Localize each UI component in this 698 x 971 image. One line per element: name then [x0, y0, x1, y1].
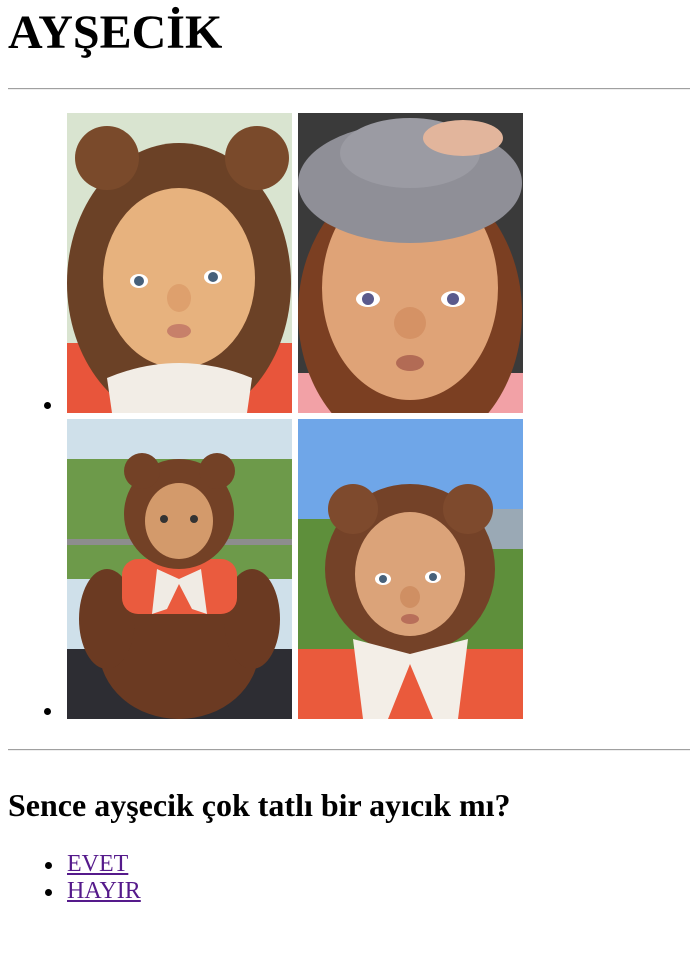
answer-link-evet[interactable]: EVET	[67, 851, 128, 878]
photo-gallery	[8, 113, 690, 719]
list-item: EVET	[8, 851, 690, 878]
divider-top	[8, 88, 690, 90]
photo-bear-hood-doll-face	[67, 113, 292, 413]
divider-bottom	[8, 749, 690, 751]
list-bullet	[45, 889, 52, 896]
list-bullet	[44, 708, 51, 715]
page-title: AYŞECİK	[8, 6, 223, 59]
list-bullet	[44, 402, 51, 409]
answer-list: EVET HAYIR	[8, 851, 690, 905]
photo-knit-hat-doll-face	[298, 113, 523, 413]
photo-bear-hood-doll-outdoor	[298, 419, 523, 719]
gallery-row	[8, 419, 690, 719]
answer-link-hayir[interactable]: HAYIR	[67, 878, 141, 905]
question-heading: Sence ayşecik çok tatlı bir ayıcık mı?	[8, 787, 511, 823]
page-content: AYŞECİK Sence ayşecik çok tatlı bir ayıc…	[0, 0, 698, 905]
photo-teddy-bear-doll-sitting	[67, 419, 292, 719]
gallery-row	[8, 113, 690, 413]
list-item: HAYIR	[8, 878, 690, 905]
list-bullet	[45, 862, 52, 869]
